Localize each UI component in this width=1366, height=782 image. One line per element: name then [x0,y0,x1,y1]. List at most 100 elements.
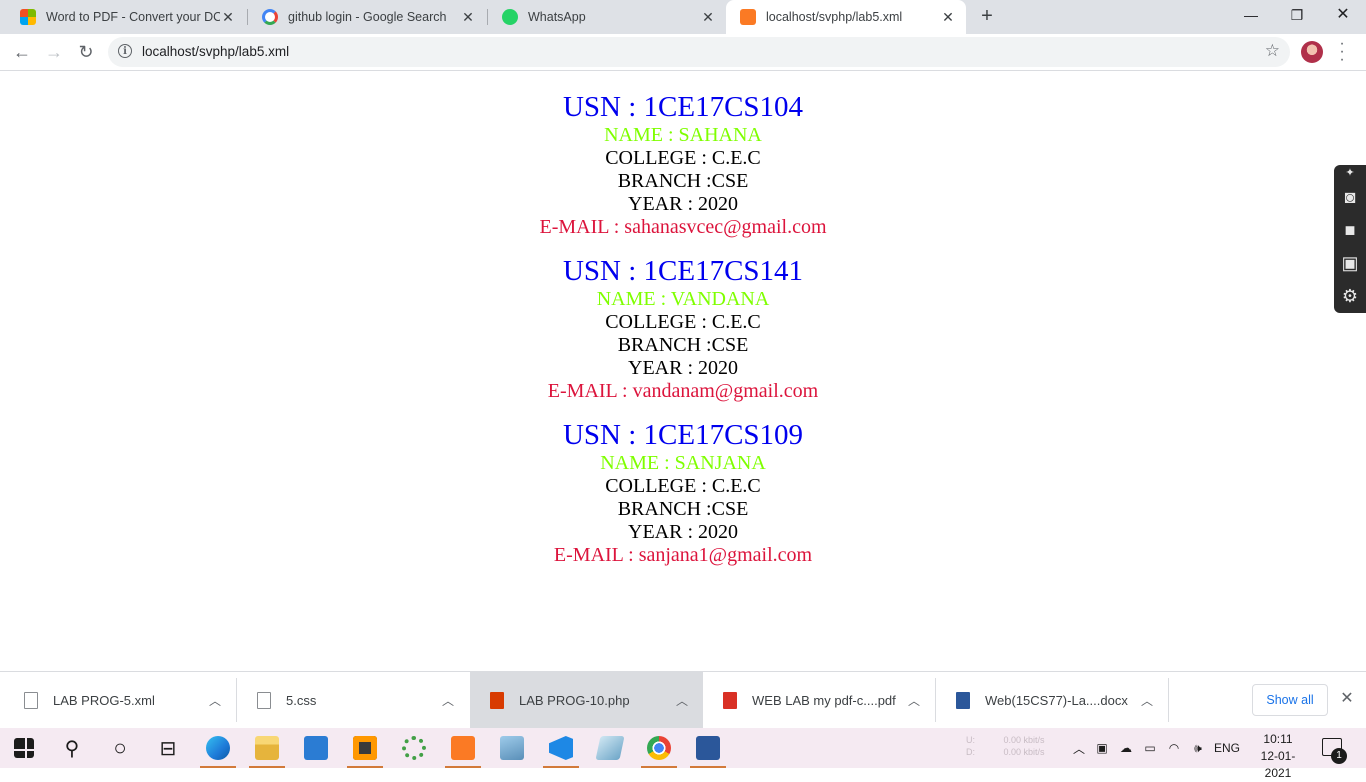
gallery-icon[interactable]: ▣ [1334,247,1366,280]
search-button[interactable]: ⚲ [48,728,96,768]
name-text: NAME : VANDANA [596,288,770,310]
show-all-button[interactable]: Show all [1252,684,1328,716]
chevron-up-icon[interactable]: ︿ [1068,740,1090,757]
taskbar-vscode[interactable] [537,728,585,768]
branch-text: BRANCH :CSE [617,498,749,520]
tab-word-to-pdf[interactable]: Word to PDF - Convert your DOC ✕ [6,0,246,34]
pin-icon[interactable]: ✦ [1334,165,1366,181]
upload-label: U: [966,735,975,745]
battery-icon[interactable]: ▭ [1138,741,1162,755]
back-button[interactable]: ← [8,38,36,66]
tab-title: localhost/svphp/lab5.xml [766,10,903,24]
taskbar-clock[interactable]: 10:11 12-01-2021 [1248,731,1308,782]
green-ring-icon [402,736,426,760]
email-text: E-MAIL : sahanasvcec@gmail.com [539,216,827,238]
name-text: NAME : SAHANA [604,124,762,146]
chevron-up-icon[interactable]: ︿ [441,692,455,709]
download-item[interactable]: LAB PROG-5.xml ︿ [4,672,236,728]
onedrive-icon[interactable]: ☁ [1114,741,1138,755]
language-indicator[interactable]: ENG [1210,741,1244,755]
usn-text: USN : 1CE17CS109 [562,419,804,451]
close-icon[interactable]: ✕ [460,9,476,26]
taskbar-chrome[interactable] [635,728,683,768]
taskbar-app-paper[interactable] [586,728,634,768]
close-icon[interactable]: ✕ [220,9,236,26]
download-speed: 0.00 kbit/s [1003,747,1045,757]
download-item[interactable]: Web(15CS77)-La....docx ︿ [936,672,1168,728]
task-view-button[interactable]: ⊟ [144,728,192,768]
tab-lab5-xml[interactable]: localhost/svphp/lab5.xml ✕ [726,0,966,34]
office-icon [490,691,504,709]
taskbar-app-green[interactable] [390,728,438,768]
branch-text: BRANCH :CSE [617,334,749,356]
folder-icon [255,736,279,760]
maximize-button[interactable]: ❐ [1274,0,1320,30]
start-button[interactable] [0,728,48,768]
network-speed-meter: U: 0.00 kbit/s D: 0.00 kbit/s [966,734,1045,758]
close-icon[interactable]: ✕ [1338,690,1356,708]
taskbar-sublime[interactable] [341,728,389,768]
windows-logo-icon [14,738,34,758]
taskbar-edge[interactable] [194,728,242,768]
minimize-button[interactable]: — [1228,0,1274,30]
taskbar-mail[interactable] [292,728,340,768]
branch-text: BRANCH :CSE [617,170,749,192]
college-text: COLLEGE : C.E.C [605,475,761,497]
meet-now-icon[interactable]: ▣ [1090,741,1114,755]
download-filename: 5.css [286,692,317,708]
forward-button[interactable]: → [40,38,68,66]
close-icon[interactable]: ✕ [940,9,956,26]
download-item[interactable]: WEB LAB my pdf-c....pdf ︿ [703,672,935,728]
tab-strip: Word to PDF - Convert your DOC ✕ github … [0,0,1366,34]
tab-title: Word to PDF - Convert your DOC [46,10,220,24]
browser-toolbar: ← → ↻ i localhost/svphp/lab5.xml ☆ · · · [0,34,1366,71]
year-text: YEAR : 2020 [628,521,738,543]
download-shelf: LAB PROG-5.xml ︿ 5.css ︿ LAB PROG-10.php… [0,671,1366,729]
chevron-up-icon[interactable]: ︿ [907,692,921,709]
window-close-button[interactable]: ✕ [1320,0,1366,30]
camera-icon[interactable]: ◙ [1334,181,1366,214]
taskbar-xampp[interactable] [439,728,487,768]
browser-menu-button[interactable]: · · · [1336,36,1348,68]
wifi-icon[interactable]: ◠ [1162,741,1186,755]
gear-icon[interactable]: ⚙ [1334,280,1366,313]
student-record: USN : 1CE17CS104 NAME : SAHANA COLLEGE :… [0,71,1366,239]
bookmark-star-icon[interactable]: ☆ [1265,41,1280,61]
reload-button[interactable]: ↻ [72,38,100,66]
colorful-grid-icon [20,9,36,25]
taskbar-file-explorer[interactable] [243,728,291,768]
word-icon [696,736,720,760]
download-filename: WEB LAB my pdf-c....pdf [752,692,896,708]
url-text[interactable]: localhost/svphp/lab5.xml [142,44,289,59]
email-text: E-MAIL : vandanam@gmail.com [547,380,819,402]
clock-date: 12-01-2021 [1260,749,1296,780]
year-text: YEAR : 2020 [628,357,738,379]
whatsapp-icon [502,9,518,25]
taskbar-word[interactable] [684,728,732,768]
mail-icon [304,736,328,760]
download-item[interactable]: 5.css ︿ [237,672,469,728]
new-tab-button[interactable]: + [976,5,998,27]
chevron-up-icon[interactable]: ︿ [1140,692,1154,709]
close-icon[interactable]: ✕ [700,9,716,26]
taskbar-app-device[interactable] [488,728,536,768]
video-icon[interactable]: ■ [1334,214,1366,247]
download-label: D: [966,747,975,757]
cortana-button[interactable]: ○ [96,728,144,768]
upload-speed: 0.00 kbit/s [1003,735,1045,745]
address-bar[interactable]: i localhost/svphp/lab5.xml ☆ [108,37,1290,67]
chevron-up-icon[interactable]: ︿ [208,692,222,709]
vscode-icon [549,736,573,760]
tab-whatsapp[interactable]: WhatsApp ✕ [488,0,726,34]
download-item[interactable]: LAB PROG-10.php ︿ [470,672,703,728]
tab-github-login[interactable]: github login - Google Search ✕ [248,0,486,34]
chrome-icon [647,736,671,760]
usn-text: USN : 1CE17CS104 [562,91,804,123]
chevron-up-icon[interactable]: ︿ [675,692,689,709]
profile-avatar[interactable] [1301,41,1323,63]
info-icon[interactable]: i [118,44,132,58]
sublime-icon [353,736,377,760]
student-record: USN : 1CE17CS141 NAME : VANDANA COLLEGE … [0,239,1366,403]
pdf-icon [723,691,737,709]
volume-icon[interactable]: 🕪 [1186,741,1210,756]
